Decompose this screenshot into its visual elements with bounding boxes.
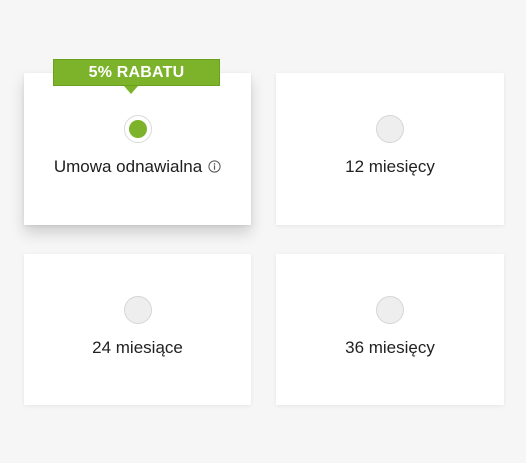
option-card-12-months[interactable]: 12 miesięcy <box>276 73 504 225</box>
radio-button[interactable] <box>123 296 152 324</box>
option-label: Umowa odnawialna <box>53 156 203 176</box>
option-card-36-months[interactable]: 36 miesięcy <box>276 254 504 405</box>
option-card-renewable[interactable]: Umowa odnawialna <box>24 73 251 225</box>
radio-button[interactable] <box>376 115 404 143</box>
discount-badge: 5% RABATU <box>53 59 220 86</box>
option-label-row: 36 miesięcy <box>276 337 504 358</box>
option-card-24-months[interactable]: 24 miesiące <box>24 254 251 405</box>
option-label-row: Umowa odnawialna <box>24 156 251 177</box>
info-icon[interactable] <box>208 160 221 173</box>
contract-length-selector: Umowa odnawialna 12 miesięcy 24 miesiące… <box>0 0 526 463</box>
option-label-row: 24 miesiące <box>24 337 251 358</box>
radio-button[interactable] <box>376 296 404 324</box>
option-label-row: 12 miesięcy <box>276 156 504 177</box>
option-label: 24 miesiące <box>92 337 183 357</box>
discount-badge-pointer <box>124 86 138 94</box>
option-label: 36 miesięcy <box>345 337 435 357</box>
radio-button-selected[interactable] <box>123 115 152 143</box>
option-label: 12 miesięcy <box>345 156 435 176</box>
